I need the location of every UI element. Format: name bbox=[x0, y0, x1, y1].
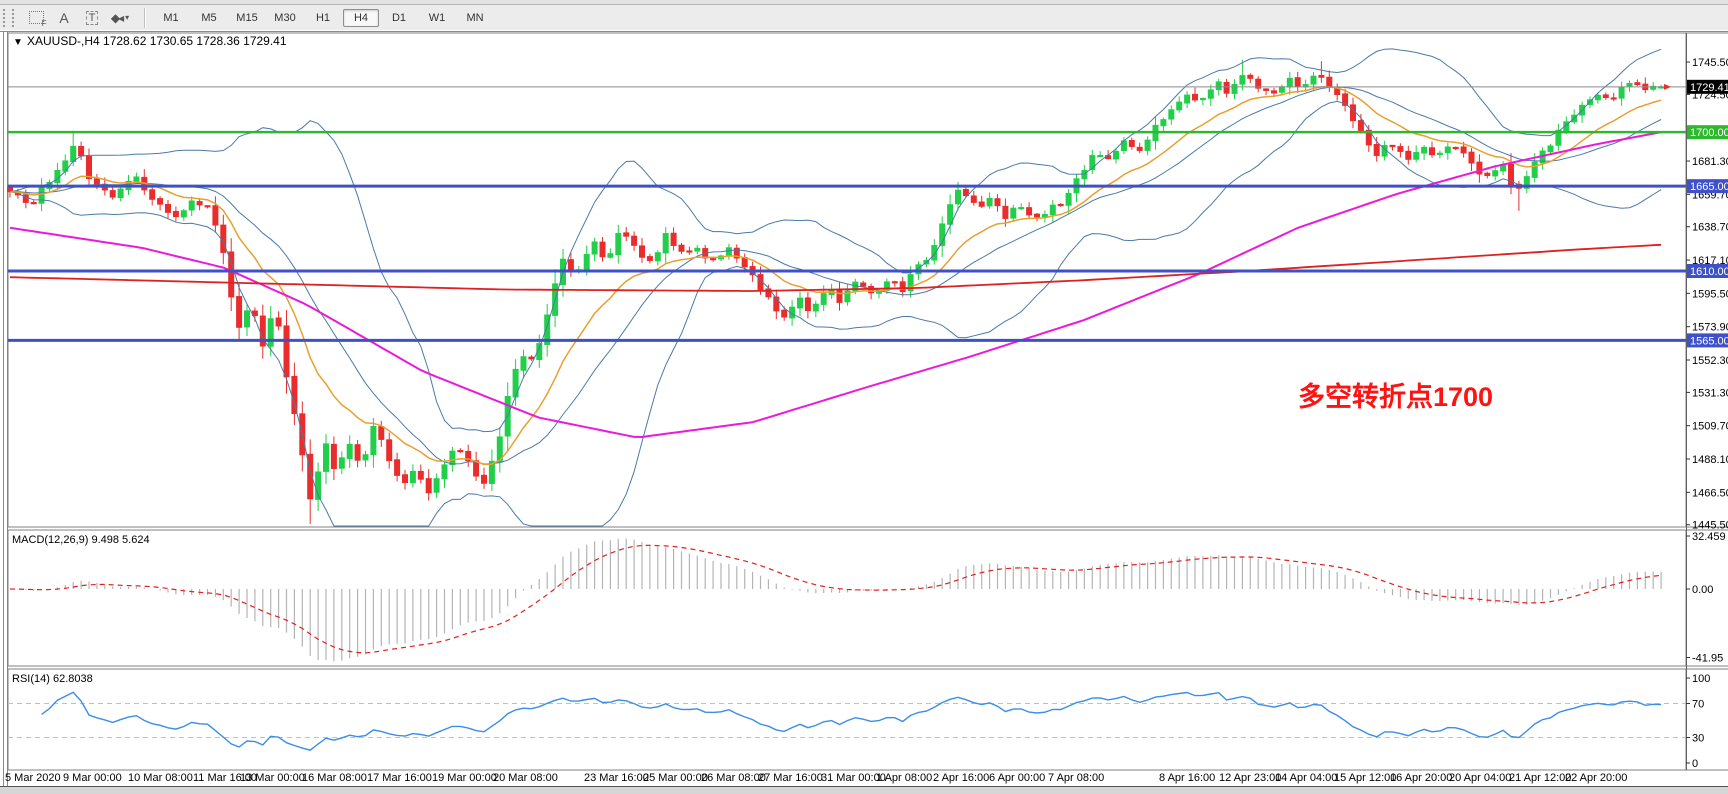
panel-frame bbox=[8, 669, 1686, 770]
time-label: 6 Apr 00:00 bbox=[989, 772, 1045, 784]
text-box-icon[interactable]: T bbox=[79, 7, 105, 29]
shapes-glyph: ◆◂ bbox=[111, 11, 122, 25]
chevron-down-icon: ▾ bbox=[125, 13, 129, 22]
rsi-tick-label: 30 bbox=[1692, 733, 1704, 745]
toolbar-drag-handle[interactable] bbox=[3, 9, 14, 27]
price-tick-label: 1509.70 bbox=[1692, 421, 1728, 433]
time-label: 17 Mar 16:00 bbox=[367, 772, 432, 784]
rsi-tick-label: 100 bbox=[1692, 673, 1710, 685]
price-tick-label: 1531.30 bbox=[1692, 387, 1728, 399]
toolbar: A T ◆◂▾ M1M5M15M30H1H4D1W1MN bbox=[0, 5, 1728, 30]
price-tick-label: 1445.50 bbox=[1692, 520, 1728, 532]
annotation-text: 多空转折点1700 bbox=[1298, 381, 1493, 412]
mt4-window: AT◆◂▾ M1M5M15M30H1H4D1W1MN 1745.501724.5… bbox=[0, 0, 1728, 794]
price-badge-label: 1665.00 bbox=[1690, 181, 1728, 193]
time-label: 5 Mar 2020 bbox=[5, 772, 61, 784]
time-axis[interactable]: 5 Mar 20209 Mar 00:0010 Mar 08:0011 Mar … bbox=[5, 772, 1627, 784]
macd-label: MACD(12,26,9) 9.498 5.624 bbox=[12, 534, 150, 546]
chart-canvas[interactable]: 1745.501724.501681.301659.701638.701617.… bbox=[0, 30, 1728, 794]
time-label: 12 Apr 23:00 bbox=[1219, 772, 1281, 784]
time-label: 9 Mar 00:00 bbox=[63, 772, 122, 784]
crosshair-grid-glyph bbox=[29, 11, 44, 24]
shapes-icon[interactable]: ◆◂▾ bbox=[107, 7, 133, 29]
time-label: 7 Apr 08:00 bbox=[1048, 772, 1104, 784]
time-label: 14 Apr 04:00 bbox=[1275, 772, 1337, 784]
time-label: 20 Apr 04:00 bbox=[1449, 772, 1511, 784]
time-label: 15 Apr 12:00 bbox=[1334, 772, 1396, 784]
timeframe-button-m5[interactable]: M5 bbox=[191, 9, 227, 27]
symbol-ohlc-header: XAUUSD-,H4 1728.62 1730.65 1728.36 1729.… bbox=[27, 34, 287, 48]
time-label: 22 Apr 20:00 bbox=[1565, 772, 1627, 784]
time-label: 19 Mar 00:00 bbox=[432, 772, 497, 784]
text-t-glyph: T bbox=[86, 11, 99, 25]
timeframe-buttons: M1M5M15M30H1H4D1W1MN bbox=[152, 9, 494, 27]
price-tick-label: 1681.30 bbox=[1692, 156, 1728, 168]
time-label: 8 Apr 16:00 bbox=[1159, 772, 1215, 784]
time-label: 27 Mar 16:00 bbox=[758, 772, 823, 784]
price-tick-label: 1552.30 bbox=[1692, 355, 1728, 367]
time-label: 10 Mar 08:00 bbox=[128, 772, 193, 784]
price-tick-label: 1595.50 bbox=[1692, 288, 1728, 300]
macd-tick-label: 0.00 bbox=[1692, 584, 1713, 596]
price-tick-label: 1745.50 bbox=[1692, 57, 1728, 69]
price-badge-label: 1729.41 bbox=[1690, 82, 1728, 94]
timeframe-button-mn[interactable]: MN bbox=[457, 9, 493, 27]
price-tick-label: 1466.50 bbox=[1692, 487, 1728, 499]
timeframe-button-h4[interactable]: H4 bbox=[343, 9, 379, 27]
text-a-glyph: A bbox=[59, 10, 68, 26]
panel-frame bbox=[8, 33, 1686, 527]
symbol-collapse-icon[interactable]: ▼ bbox=[13, 37, 23, 48]
rsi-label: RSI(14) 62.8038 bbox=[12, 673, 93, 685]
time-label: 23 Mar 16:00 bbox=[584, 772, 649, 784]
timeframe-button-m15[interactable]: M15 bbox=[229, 9, 265, 27]
time-label: 25 Mar 00:00 bbox=[643, 772, 708, 784]
macd-tick-label: -41.95 bbox=[1692, 653, 1723, 665]
price-tick-label: 1638.70 bbox=[1692, 222, 1728, 234]
toolbar-separator bbox=[144, 8, 146, 28]
rsi-tick-label: 70 bbox=[1692, 699, 1704, 711]
time-label: 21 Apr 12:00 bbox=[1509, 772, 1571, 784]
time-label: 20 Mar 08:00 bbox=[493, 772, 558, 784]
price-badge-label: 1610.00 bbox=[1690, 266, 1728, 278]
drawing-tools: A T ◆◂▾ bbox=[22, 7, 134, 29]
rsi-tick-label: 0 bbox=[1692, 758, 1698, 770]
crosshair-grid-icon[interactable] bbox=[23, 7, 49, 29]
panel-frame bbox=[8, 530, 1686, 666]
text-label-icon[interactable]: A bbox=[51, 7, 77, 29]
price-tick-label: 1488.10 bbox=[1692, 454, 1728, 466]
price-tick-label: 1573.90 bbox=[1692, 322, 1728, 334]
price-badge-label: 1700.00 bbox=[1690, 127, 1728, 139]
timeframe-button-w1[interactable]: W1 bbox=[419, 9, 455, 27]
price-badge-label: 1565.00 bbox=[1690, 335, 1728, 347]
timeframe-button-m1[interactable]: M1 bbox=[153, 9, 189, 27]
macd-tick-label: 32.459 bbox=[1692, 531, 1726, 543]
timeframe-button-h1[interactable]: H1 bbox=[305, 9, 341, 27]
timeframe-button-m30[interactable]: M30 bbox=[267, 9, 303, 27]
time-label: 16 Apr 20:00 bbox=[1390, 772, 1452, 784]
time-label: 1 Apr 08:00 bbox=[876, 772, 932, 784]
time-label: 16 Mar 08:00 bbox=[302, 772, 367, 784]
timeframe-button-d1[interactable]: D1 bbox=[381, 9, 417, 27]
time-label: 13 Mar 00:00 bbox=[240, 772, 305, 784]
time-label: 2 Apr 16:00 bbox=[933, 772, 989, 784]
time-label: 26 Mar 08:00 bbox=[701, 772, 766, 784]
